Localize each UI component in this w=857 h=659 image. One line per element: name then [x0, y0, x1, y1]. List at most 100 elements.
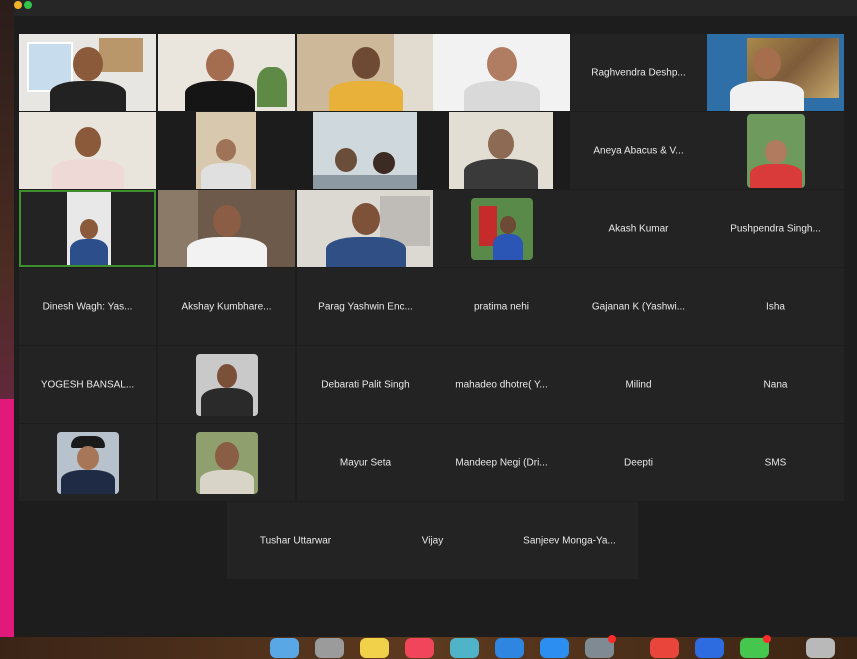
participant-video	[707, 34, 844, 111]
profile-photo	[195, 353, 258, 416]
chrome-icon[interactable]	[650, 638, 679, 658]
notes-icon[interactable]	[360, 638, 389, 658]
photos-icon[interactable]	[450, 638, 479, 658]
participant-video	[297, 190, 434, 267]
participant-name: Nana	[763, 379, 788, 390]
finder-icon[interactable]	[270, 638, 299, 658]
participant-video	[297, 112, 434, 189]
name-tile[interactable]: mahadeo dhotre( Y...	[433, 346, 570, 423]
participant-name: Milind	[625, 379, 652, 390]
app-store-icon[interactable]	[540, 638, 569, 658]
name-tile[interactable]: Debarati Palit Singh	[297, 346, 434, 423]
name-tile[interactable]: Deepti	[570, 424, 707, 501]
name-tile[interactable]: Nana	[707, 346, 844, 423]
video-tile[interactable]	[707, 112, 844, 189]
participant-video	[158, 346, 295, 423]
participant-name: Debarati Palit Singh	[321, 379, 410, 390]
macos-dock	[0, 635, 857, 659]
video-tile[interactable]	[158, 424, 295, 501]
video-tile[interactable]	[158, 190, 295, 267]
participant-video	[297, 34, 434, 111]
facetime-icon[interactable]	[495, 638, 524, 658]
title-bar	[14, 0, 857, 16]
participant-name: Akash Kumar	[608, 223, 669, 234]
name-tile[interactable]: Tushar Uttarwar	[227, 502, 364, 579]
video-tile[interactable]	[158, 112, 295, 189]
profile-photo	[746, 113, 805, 188]
trash-icon[interactable]	[806, 638, 835, 658]
name-tile[interactable]: Akshay Kumbhare...	[158, 268, 295, 345]
participant-video	[158, 112, 295, 189]
system-prefs-icon[interactable]	[585, 635, 616, 658]
video-tile[interactable]	[297, 34, 434, 111]
name-tile[interactable]: Mandeep Negi (Dri...	[433, 424, 570, 501]
name-tile[interactable]: Aneya Abacus & V...	[570, 112, 707, 189]
video-tile[interactable]	[707, 34, 844, 111]
desktop-wallpaper-edge	[0, 0, 14, 659]
video-tile[interactable]	[19, 424, 156, 501]
video-tile[interactable]	[433, 190, 570, 267]
participant-video	[158, 190, 295, 267]
participant-name: mahadeo dhotre( Y...	[455, 379, 548, 390]
name-tile[interactable]: Mayur Seta	[297, 424, 434, 501]
zoom-icon[interactable]	[695, 638, 724, 658]
video-tile[interactable]	[19, 34, 156, 111]
participant-video	[19, 34, 156, 111]
wallpaper-strip	[0, 399, 14, 659]
participant-video	[433, 112, 570, 189]
zoom-meeting-window: Raghvendra Deshp... Aneya Abacus & V... …	[14, 0, 857, 640]
participant-name: Mayur Seta	[339, 457, 392, 468]
name-tile[interactable]: Gajanan K (Yashwi...	[570, 268, 707, 345]
launchpad-icon[interactable]	[315, 638, 344, 658]
participant-name: Akshay Kumbhare...	[181, 301, 272, 312]
messages-icon[interactable]	[740, 635, 771, 658]
video-tile[interactable]	[433, 112, 570, 189]
participant-name: Isha	[766, 301, 785, 312]
video-tile[interactable]	[297, 190, 434, 267]
name-tile[interactable]: Raghvendra Deshp...	[570, 34, 707, 111]
participant-video	[433, 34, 570, 111]
name-tile[interactable]: pratima nehi	[433, 268, 570, 345]
profile-photo	[470, 197, 533, 260]
participant-name: Raghvendra Deshp...	[591, 67, 686, 78]
participant-name: Pushpendra Singh...	[730, 223, 821, 234]
name-tile[interactable]: Vijay	[364, 502, 501, 579]
participant-video	[433, 190, 570, 267]
participant-name: pratima nehi	[473, 301, 530, 312]
notification-badge	[763, 635, 771, 643]
name-tile[interactable]: Dinesh Wagh: Yas...	[19, 268, 156, 345]
name-tile[interactable]: Isha	[707, 268, 844, 345]
video-tile[interactable]	[19, 112, 156, 189]
participant-video	[707, 112, 844, 189]
participant-video	[19, 424, 156, 501]
video-tile[interactable]	[158, 346, 295, 423]
participant-video	[21, 192, 154, 265]
participant-name: Dinesh Wagh: Yas...	[42, 301, 133, 312]
participant-name: Tushar Uttarwar	[259, 535, 332, 546]
participant-name: Deepti	[624, 457, 653, 468]
participant-video	[19, 112, 156, 189]
name-tile[interactable]: Pushpendra Singh...	[707, 190, 844, 267]
participant-name: SMS	[764, 457, 787, 468]
participant-name: YOGESH BANSAL...	[40, 379, 135, 390]
name-tile[interactable]: Akash Kumar	[570, 190, 707, 267]
video-tile[interactable]	[158, 34, 295, 111]
name-tile[interactable]: SMS	[707, 424, 844, 501]
music-icon[interactable]	[405, 638, 434, 658]
participant-video	[158, 34, 295, 111]
profile-photo	[56, 431, 119, 494]
close-window-icon[interactable]	[14, 1, 22, 9]
video-tile[interactable]	[297, 112, 434, 189]
name-tile[interactable]: Milind	[570, 346, 707, 423]
participant-name: Mandeep Negi (Dri...	[455, 457, 548, 468]
notification-badge	[608, 635, 616, 643]
active-speaker-tile[interactable]	[19, 190, 156, 267]
zoom-window-icon[interactable]	[24, 1, 32, 9]
name-tile[interactable]: YOGESH BANSAL...	[19, 346, 156, 423]
participant-name: Vijay	[421, 535, 444, 546]
name-tile[interactable]: Parag Yashwin Enc...	[297, 268, 434, 345]
participant-name: Aneya Abacus & V...	[593, 145, 684, 156]
name-tile[interactable]: Sanjeev Monga-Ya...	[501, 502, 638, 579]
video-tile[interactable]	[433, 34, 570, 111]
participant-name: Gajanan K (Yashwi...	[591, 301, 686, 312]
